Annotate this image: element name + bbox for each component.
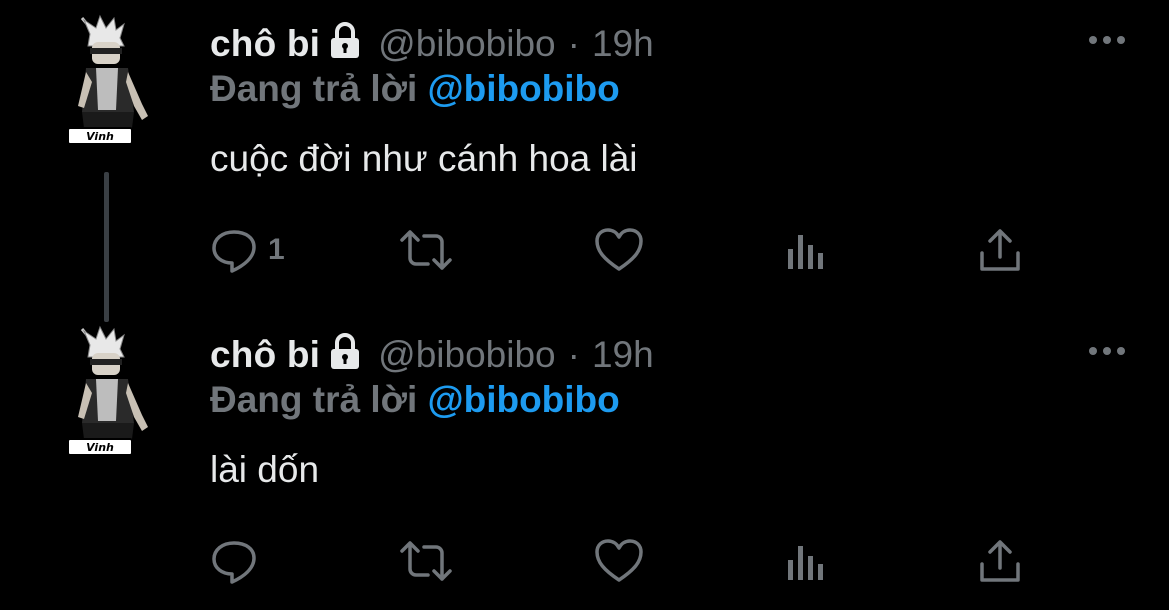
action-bar	[210, 533, 1050, 589]
lock-icon	[328, 22, 362, 60]
views-button[interactable]	[786, 222, 826, 278]
views-icon	[788, 235, 823, 269]
avatar-badge: Vinh	[86, 130, 114, 143]
views-icon	[788, 546, 823, 580]
retweet-button[interactable]	[398, 533, 454, 589]
share-button[interactable]	[978, 222, 1022, 278]
replying-prefix: Đang trả lời	[210, 379, 418, 420]
timestamp[interactable]: 19h	[592, 23, 654, 65]
like-button[interactable]	[594, 222, 644, 278]
replying-prefix: Đang trả lời	[210, 68, 418, 109]
more-icon[interactable]	[1087, 341, 1127, 361]
avatar[interactable]: Vinh	[62, 12, 154, 152]
handle[interactable]: @bibobibo	[378, 23, 555, 65]
retweet-icon	[400, 541, 452, 581]
reply-icon	[212, 541, 256, 584]
avatar[interactable]: Vinh	[62, 323, 154, 463]
retweet-icon	[400, 230, 452, 270]
timestamp[interactable]: 19h	[592, 334, 654, 376]
more-icon[interactable]	[1087, 30, 1127, 50]
replying-to: Đang trả lời @bibobibo	[210, 379, 620, 421]
replying-to: Đang trả lời @bibobibo	[210, 68, 620, 110]
lock-icon	[328, 333, 362, 371]
reply-count: 1	[268, 233, 285, 266]
tweet-text: cuộc đời như cánh hoa lài	[210, 138, 638, 179]
tweet-text: lài dốn	[210, 449, 320, 490]
thread-line	[104, 172, 109, 322]
separator: ·	[567, 334, 580, 375]
tweet-header: chô bi @bibobibo · 19h	[210, 327, 654, 383]
display-name[interactable]: chô bi	[210, 23, 320, 65]
share-button[interactable]	[978, 533, 1022, 589]
action-bar: 1	[210, 222, 1050, 278]
tweet-header: chô bi @bibobibo · 19h	[210, 16, 654, 72]
retweet-button[interactable]	[398, 222, 454, 278]
tweet[interactable]: Vinh chô bi @bibobibo · 19h Đang trả lời…	[0, 0, 1169, 322]
replying-mention[interactable]: @bibobibo	[428, 379, 620, 420]
replying-mention[interactable]: @bibobibo	[428, 68, 620, 109]
display-name[interactable]: chô bi	[210, 334, 320, 376]
reply-button[interactable]	[210, 533, 268, 589]
views-button[interactable]	[786, 533, 826, 589]
heart-icon	[595, 539, 643, 582]
separator: ·	[567, 23, 580, 64]
share-icon	[980, 229, 1020, 271]
reply-button[interactable]: 1	[210, 222, 285, 278]
handle[interactable]: @bibobibo	[378, 334, 555, 376]
heart-icon	[595, 228, 643, 271]
like-button[interactable]	[594, 533, 644, 589]
reply-icon	[212, 230, 256, 273]
tweet[interactable]: Vinh chô bi @bibobibo · 19h Đang trả lời…	[0, 311, 1169, 610]
avatar-badge: Vinh	[86, 441, 114, 454]
share-icon	[980, 540, 1020, 582]
